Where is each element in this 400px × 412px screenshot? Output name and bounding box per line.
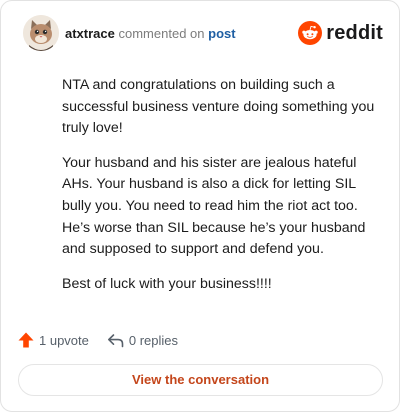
- upvote-arrow-icon: [18, 332, 34, 348]
- upvote-button[interactable]: 1 upvote: [18, 332, 89, 348]
- replies-count: 0 replies: [128, 332, 179, 348]
- reddit-brand[interactable]: reddit: [298, 21, 383, 45]
- reply-arrow-icon: [107, 333, 124, 347]
- comment-paragraph: Your husband and his sister are jealous …: [62, 154, 366, 258]
- view-conversation-button[interactable]: View the conversation: [18, 364, 383, 396]
- comment-actions: 1 upvote 0 replies: [18, 331, 178, 349]
- comment-meta: atxtrace commented on post: [65, 26, 236, 41]
- cat-avatar-icon[interactable]: [23, 15, 59, 51]
- brand-name: reddit: [326, 21, 383, 44]
- reddit-snoo-icon: [298, 21, 323, 45]
- comment-header: atxtrace commented on post reddit: [23, 15, 383, 55]
- username-link[interactable]: atxtrace: [65, 26, 115, 41]
- upvote-count: 1 upvote: [39, 332, 89, 348]
- embedded-comment-card: atxtrace commented on post reddit NTA an…: [0, 0, 400, 412]
- comment-body: NTA and congratulations on building such…: [62, 75, 382, 308]
- action-text: commented on: [118, 26, 205, 41]
- comment-paragraph: NTA and congratulations on building such…: [62, 77, 375, 137]
- post-link[interactable]: post: [208, 26, 235, 41]
- replies-button[interactable]: 0 replies: [107, 333, 178, 348]
- comment-paragraph: Best of luck with your business!!!!: [62, 275, 272, 292]
